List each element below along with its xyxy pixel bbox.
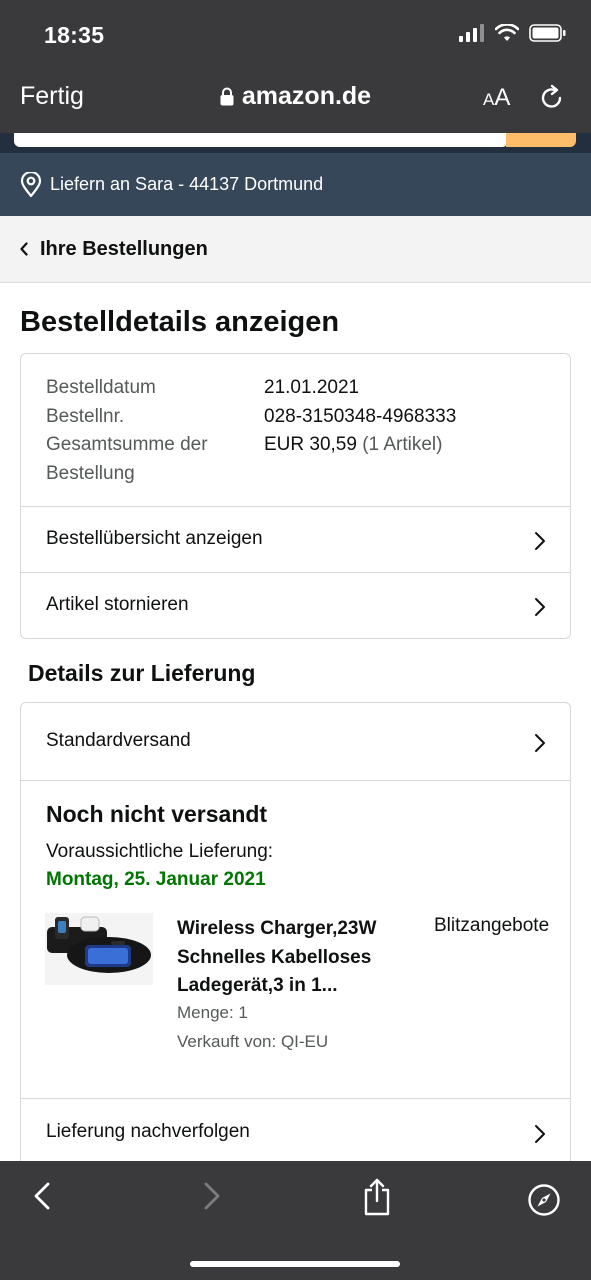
back-link-label: Ihre Bestellungen (40, 238, 208, 260)
search-bar-remnant (0, 133, 591, 153)
search-input[interactable] (14, 133, 508, 147)
back-to-orders-link[interactable]: Ihre Bestellungen (0, 216, 591, 283)
battery-icon (529, 24, 566, 42)
browser-nav-row: Fertig amazon.de AA (0, 78, 591, 118)
browser-top-bar: 18:35 Fertig amazon.de AA (0, 0, 591, 133)
order-date-value: 21.01.2021 (264, 377, 360, 398)
view-order-summary-link[interactable]: Bestellübersicht anzeigen (21, 506, 570, 572)
status-time: 18:35 (44, 22, 105, 48)
text-size-button[interactable]: AA (483, 84, 510, 112)
order-total-value-wrap: EUR 30,59 (1 Artikel) (264, 431, 442, 488)
url-text: amazon.de (241, 82, 372, 110)
page-title: Bestelldetails anzeigen (20, 306, 340, 338)
track-delivery-link[interactable]: Lieferung nachverfolgen (21, 1098, 570, 1164)
view-order-summary-label: Bestellübersicht anzeigen (46, 528, 263, 549)
delivery-details-heading: Details zur Lieferung (28, 660, 256, 686)
order-total-label: Gesamtsumme der Bestellung (46, 434, 208, 484)
text-size-large: A (494, 84, 511, 111)
delivery-card: Standardversand Noch nicht versandt Vora… (20, 702, 571, 1182)
cancel-items-label: Artikel stornieren (46, 594, 189, 615)
search-button[interactable] (506, 133, 576, 147)
chevron-left-icon (20, 242, 28, 256)
chevron-right-icon (535, 1125, 545, 1143)
order-number-label: Bestellnr. (46, 405, 125, 427)
wifi-icon (495, 24, 519, 41)
browser-bottom-toolbar (0, 1161, 591, 1280)
product-seller: Verkauft von: QI-EU (177, 1032, 329, 1051)
shipment-status: Noch nicht versandt (46, 801, 268, 827)
order-number-value: 028-3150348-4968333 (264, 405, 457, 427)
back-icon[interactable] (30, 1181, 56, 1211)
reload-icon[interactable] (538, 84, 566, 112)
share-icon[interactable] (362, 1177, 392, 1217)
lock-icon (220, 87, 234, 106)
delivery-location-bar[interactable]: Liefern an Sara - 44137 Dortmund (0, 153, 591, 216)
signal-icon (459, 24, 484, 42)
status-icons (459, 24, 567, 42)
delivery-location-text: Liefern an Sara - 44137 Dortmund (50, 174, 324, 194)
chevron-right-icon (535, 598, 545, 616)
chevron-right-icon (535, 532, 545, 550)
product-image[interactable] (45, 913, 153, 985)
shipping-method-link[interactable]: Standardversand (21, 703, 570, 781)
track-delivery-label: Lieferung nachverfolgen (46, 1121, 250, 1142)
order-item-count: (1 Artikel) (362, 434, 443, 455)
eta-date: Montag, 25. Januar 2021 (46, 869, 266, 890)
forward-icon[interactable] (198, 1181, 224, 1211)
compass-icon[interactable] (527, 1183, 561, 1217)
order-date-label: Bestelldatum (46, 377, 156, 398)
text-size-small: A (483, 90, 495, 109)
cancel-items-link[interactable]: Artikel stornieren (21, 572, 570, 638)
chevron-right-icon (535, 734, 545, 752)
order-total-value: EUR 30,59 (264, 434, 357, 455)
location-pin-icon (20, 172, 42, 198)
order-info-grid: Bestelldatum 21.01.2021 Bestellnr. 028-3… (46, 374, 556, 488)
product-title[interactable]: Wireless Charger,23W Schnelles Kabellose… (177, 915, 409, 1001)
home-indicator (190, 1261, 400, 1267)
eta-label: Voraussichtliche Lieferung: (46, 841, 274, 862)
product-deal-badge: Blitzangebote (434, 915, 550, 936)
product-quantity: Menge: 1 (177, 1003, 248, 1022)
order-info-card: Bestelldatum 21.01.2021 Bestellnr. 028-3… (20, 353, 571, 639)
shipping-method-label: Standardversand (46, 730, 191, 751)
